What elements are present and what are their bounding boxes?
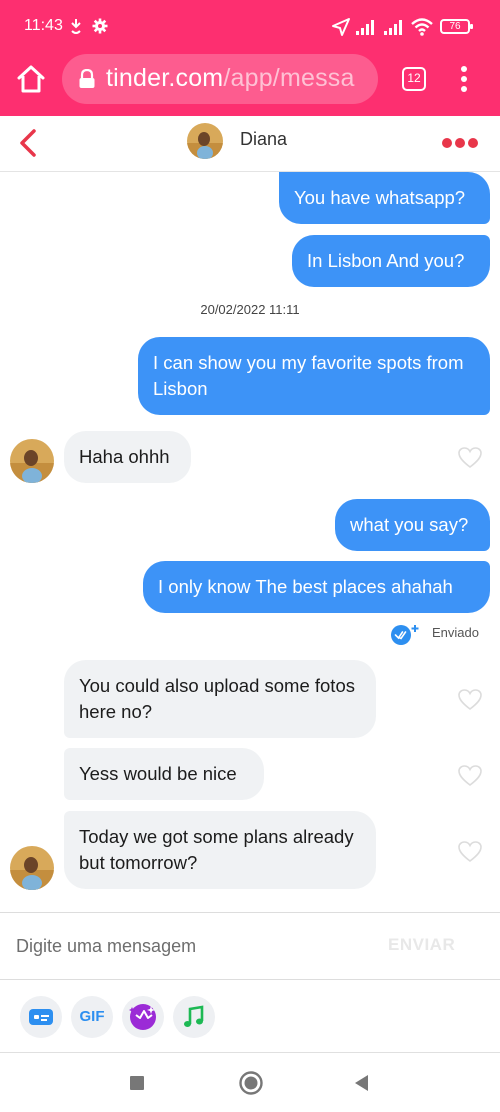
data-saver-icon bbox=[71, 19, 81, 34]
wifi-icon bbox=[411, 18, 433, 36]
message-bubble-incoming[interactable]: You could also upload some fotos here no… bbox=[64, 660, 376, 738]
back-triangle-icon[interactable] bbox=[352, 1073, 370, 1093]
system-navigation-bar bbox=[0, 1054, 500, 1112]
message-bubble-outgoing[interactable]: I only know The best places ahahah bbox=[143, 561, 490, 613]
contact-card-button[interactable] bbox=[20, 996, 62, 1038]
music-note-icon bbox=[184, 1005, 204, 1027]
compose-toolbar: GIF bbox=[0, 981, 500, 1053]
avatar-photo bbox=[10, 439, 54, 483]
sent-check-icon bbox=[391, 625, 419, 645]
like-heart-icon[interactable] bbox=[457, 688, 483, 712]
send-button[interactable]: ENVIAR bbox=[388, 935, 455, 955]
contact-name[interactable]: Diana bbox=[240, 129, 287, 150]
status-bar: 11:43 76 bbox=[0, 0, 500, 56]
like-heart-icon[interactable] bbox=[457, 764, 483, 788]
message-bubble-outgoing[interactable]: In Lisbon And you? bbox=[292, 235, 490, 287]
signal-2-icon bbox=[384, 20, 402, 35]
location-arrow-icon bbox=[332, 18, 350, 36]
address-bar[interactable]: tinder.com/app/messa bbox=[62, 54, 378, 104]
lock-icon bbox=[79, 69, 95, 88]
sent-label: Enviado bbox=[432, 625, 479, 640]
sticker-button[interactable] bbox=[122, 996, 164, 1038]
contact-avatar[interactable] bbox=[187, 123, 223, 159]
url-domain: tinder.com bbox=[106, 64, 224, 92]
signal-1-icon bbox=[356, 20, 374, 35]
compose-area: ENVIAR bbox=[0, 912, 500, 980]
avatar-photo bbox=[10, 846, 54, 890]
settings-gear-icon bbox=[92, 18, 108, 34]
message-bubble-outgoing[interactable]: I can show you my favorite spots from Li… bbox=[138, 337, 490, 415]
like-heart-icon[interactable] bbox=[457, 446, 483, 470]
url-path: /app/messa bbox=[223, 64, 355, 92]
sent-status: Enviado bbox=[390, 621, 490, 645]
avatar-photo bbox=[187, 123, 223, 159]
music-button[interactable] bbox=[173, 996, 215, 1038]
message-bubble-outgoing[interactable]: what you say? bbox=[335, 499, 490, 551]
sticker-icon bbox=[129, 1004, 156, 1030]
browser-top-area: 11:43 76 tinder.com/app/messa 12 bbox=[0, 0, 500, 116]
contact-card-icon bbox=[29, 1009, 53, 1025]
message-bubble-incoming[interactable]: Yess would be nice bbox=[64, 748, 264, 800]
date-separator: 20/02/2022 11:11 bbox=[200, 302, 300, 317]
recent-apps-icon[interactable] bbox=[129, 1075, 145, 1091]
more-options-button[interactable] bbox=[440, 136, 480, 150]
gif-button[interactable]: GIF bbox=[71, 996, 113, 1038]
url-text: tinder.com/app/messa bbox=[106, 64, 355, 93]
message-bubble-incoming[interactable]: Today we got some plans already but tomo… bbox=[64, 811, 376, 889]
tab-switcher-button[interactable]: 12 bbox=[402, 67, 426, 91]
message-bubble-incoming[interactable]: Haha ohhh bbox=[64, 431, 191, 483]
back-chevron-icon[interactable] bbox=[14, 128, 42, 158]
battery-indicator: 76 bbox=[440, 19, 473, 34]
home-icon[interactable] bbox=[14, 62, 48, 96]
contact-avatar-small[interactable] bbox=[10, 439, 54, 483]
more-dot-icon bbox=[468, 138, 478, 148]
like-heart-icon[interactable] bbox=[457, 840, 483, 864]
contact-avatar-small[interactable] bbox=[10, 846, 54, 890]
chat-header: Diana bbox=[0, 116, 500, 172]
home-circle-icon[interactable] bbox=[238, 1070, 264, 1096]
message-input[interactable] bbox=[0, 913, 380, 979]
message-bubble-outgoing[interactable]: You have whatsapp? bbox=[279, 172, 490, 224]
more-dot-icon bbox=[455, 138, 465, 148]
more-dot-icon bbox=[442, 138, 452, 148]
browser-menu-icon[interactable] bbox=[452, 64, 476, 94]
status-time: 11:43 bbox=[24, 17, 63, 34]
